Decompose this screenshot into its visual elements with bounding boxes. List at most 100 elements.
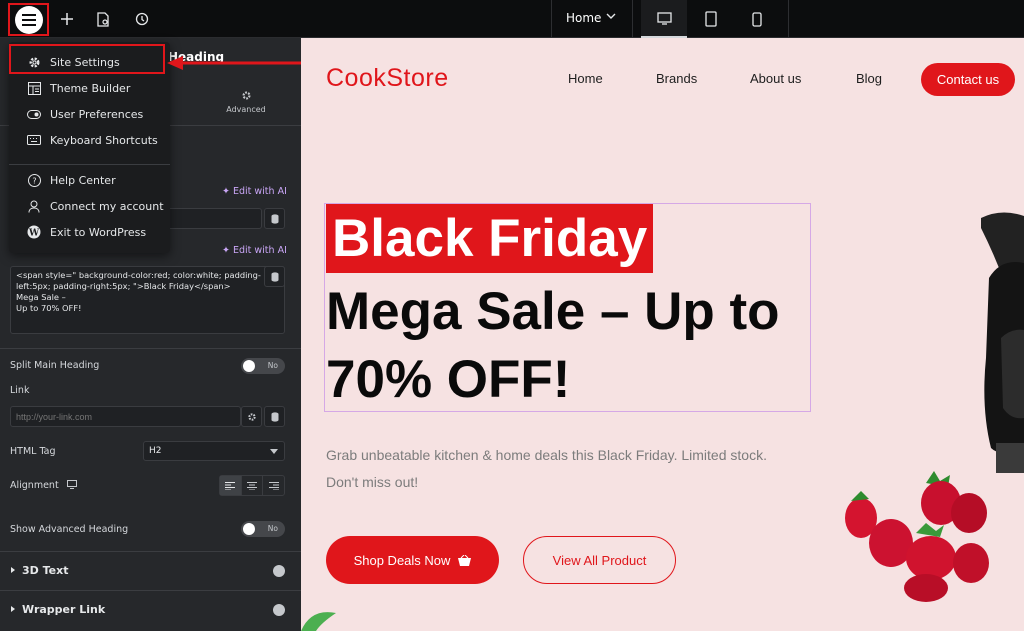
- dynamic-tags-button[interactable]: [264, 208, 285, 229]
- chevron-down-icon[interactable]: [606, 13, 616, 20]
- svg-text:?: ?: [32, 176, 36, 185]
- align-right-icon: [268, 481, 279, 490]
- menu-item-label: Help Center: [50, 173, 116, 187]
- shop-deals-label: Shop Deals Now: [353, 552, 451, 568]
- split-heading-label: Split Main Heading: [10, 360, 100, 371]
- toggle-knob: [243, 523, 255, 535]
- align-left-icon: [225, 481, 236, 490]
- menu-item-label: Connect my account: [50, 199, 164, 213]
- menu-item-label: Keyboard Shortcuts: [50, 133, 158, 147]
- keyboard-icon: [27, 133, 41, 147]
- toggle-text: No: [267, 524, 278, 533]
- toggle-text: No: [267, 361, 278, 370]
- section-3d-text[interactable]: 3D Text: [0, 551, 301, 589]
- tablet-icon: [705, 11, 717, 27]
- toggle-knob: [243, 360, 255, 372]
- help-icon: ?: [27, 173, 41, 187]
- plus-icon: [61, 13, 73, 25]
- tab-advanced[interactable]: Advanced: [222, 90, 270, 114]
- caret-right-icon: [11, 567, 15, 573]
- menu-item-user-preferences[interactable]: User Preferences: [9, 101, 170, 127]
- html-tag-select[interactable]: H2: [143, 441, 285, 461]
- history-icon: [135, 12, 149, 26]
- page-preview: CookStore Home Brands About us Blog Cont…: [301, 38, 1024, 631]
- menu-item-keyboard-shortcuts[interactable]: Keyboard Shortcuts: [9, 127, 170, 153]
- divider: [0, 348, 301, 349]
- main-menu-button[interactable]: [8, 3, 49, 36]
- page-settings-button[interactable]: [92, 0, 114, 38]
- nav-link-home[interactable]: Home: [568, 71, 603, 86]
- edit-with-ai-link[interactable]: ✦ Edit with AI: [222, 186, 287, 197]
- section-wrapper-link[interactable]: Wrapper Link: [0, 590, 301, 628]
- tab-advanced-label: Advanced: [226, 105, 266, 114]
- desktop-icon: [656, 11, 672, 25]
- menu-item-theme-builder[interactable]: Theme Builder: [9, 75, 170, 101]
- split-heading-toggle[interactable]: No: [241, 358, 285, 374]
- annotation-arrow-icon: [167, 56, 301, 70]
- desktop-icon[interactable]: [67, 480, 77, 489]
- page-select[interactable]: Home: [566, 11, 601, 25]
- widget-badge-icon: [273, 604, 285, 616]
- nav-link-brands[interactable]: Brands: [656, 71, 697, 86]
- svg-text:W: W: [28, 229, 40, 239]
- topbar-divider: [788, 0, 789, 38]
- site-logo[interactable]: CookStore: [326, 64, 449, 93]
- main-menu-dropdown: Site Settings Theme Builder User Prefere…: [9, 42, 170, 253]
- link-input[interactable]: [10, 406, 241, 427]
- menu-item-help-center[interactable]: ? Help Center: [9, 167, 170, 193]
- hamburger-icon: [14, 5, 43, 34]
- wordpress-icon: W: [27, 225, 41, 239]
- gear-icon: [247, 412, 256, 421]
- view-products-button[interactable]: View All Product: [523, 536, 676, 584]
- section-3d-text-label: 3D Text: [22, 564, 69, 577]
- align-left-button[interactable]: [220, 476, 242, 495]
- widget-badge-icon: [273, 565, 285, 577]
- basket-icon: [458, 554, 472, 566]
- shop-deals-button[interactable]: Shop Deals Now: [326, 536, 499, 584]
- dynamic-tags-button[interactable]: [264, 406, 285, 427]
- alignment-control: [219, 475, 285, 496]
- menu-item-connect-account[interactable]: Connect my account: [9, 193, 170, 219]
- nav-link-about[interactable]: About us: [750, 71, 801, 86]
- topbar-divider: [632, 0, 633, 38]
- device-mobile-button[interactable]: [734, 0, 780, 38]
- theme-builder-icon: [27, 81, 41, 95]
- adv-heading-label: Show Advanced Heading: [10, 524, 129, 535]
- align-center-button[interactable]: [242, 476, 264, 495]
- hero-subtext: Grab unbeatable kitchen & home deals thi…: [326, 447, 767, 490]
- menu-item-site-settings[interactable]: Site Settings: [9, 49, 170, 75]
- html-tag-label: HTML Tag: [10, 446, 56, 457]
- menu-item-exit-wordpress[interactable]: W Exit to WordPress: [9, 219, 170, 245]
- html-tag-value: H2: [149, 446, 162, 456]
- menu-item-label: Exit to WordPress: [50, 225, 147, 239]
- link-label: Link: [10, 385, 30, 396]
- link-options-button[interactable]: [241, 406, 262, 427]
- leaf-image: [301, 612, 336, 631]
- menu-item-label: User Preferences: [50, 107, 144, 121]
- menu-item-label: Theme Builder: [50, 81, 131, 95]
- database-icon: [271, 213, 278, 224]
- add-element-button[interactable]: [56, 0, 78, 38]
- editor-topbar: Home: [0, 0, 1024, 38]
- edit-with-ai-link[interactable]: ✦ Edit with AI: [222, 245, 287, 256]
- topbar-divider: [551, 0, 552, 38]
- adv-heading-toggle[interactable]: No: [241, 521, 285, 537]
- menu-item-label: Site Settings: [50, 55, 120, 69]
- contact-button[interactable]: Contact us: [921, 63, 1015, 96]
- nav-link-blog[interactable]: Blog: [856, 71, 882, 86]
- database-icon: [271, 411, 278, 422]
- history-button[interactable]: [131, 0, 153, 38]
- alignment-label: Alignment: [10, 480, 59, 491]
- product-mixer-image: [981, 212, 1024, 473]
- headline-text: Mega Sale – Up to 70% OFF!: [326, 282, 780, 409]
- align-right-button[interactable]: [263, 476, 284, 495]
- device-desktop-button[interactable]: [641, 0, 687, 38]
- caret-down-icon: [270, 449, 278, 454]
- mobile-icon: [752, 11, 762, 27]
- section-wrapper-link-label: Wrapper Link: [22, 603, 106, 616]
- device-tablet-button[interactable]: [688, 0, 734, 38]
- heading-text-area[interactable]: <span style=" background-color:red; colo…: [10, 266, 285, 334]
- gear-icon: [27, 55, 41, 69]
- dynamic-tags-button[interactable]: [264, 266, 285, 287]
- gear-icon: [241, 91, 251, 100]
